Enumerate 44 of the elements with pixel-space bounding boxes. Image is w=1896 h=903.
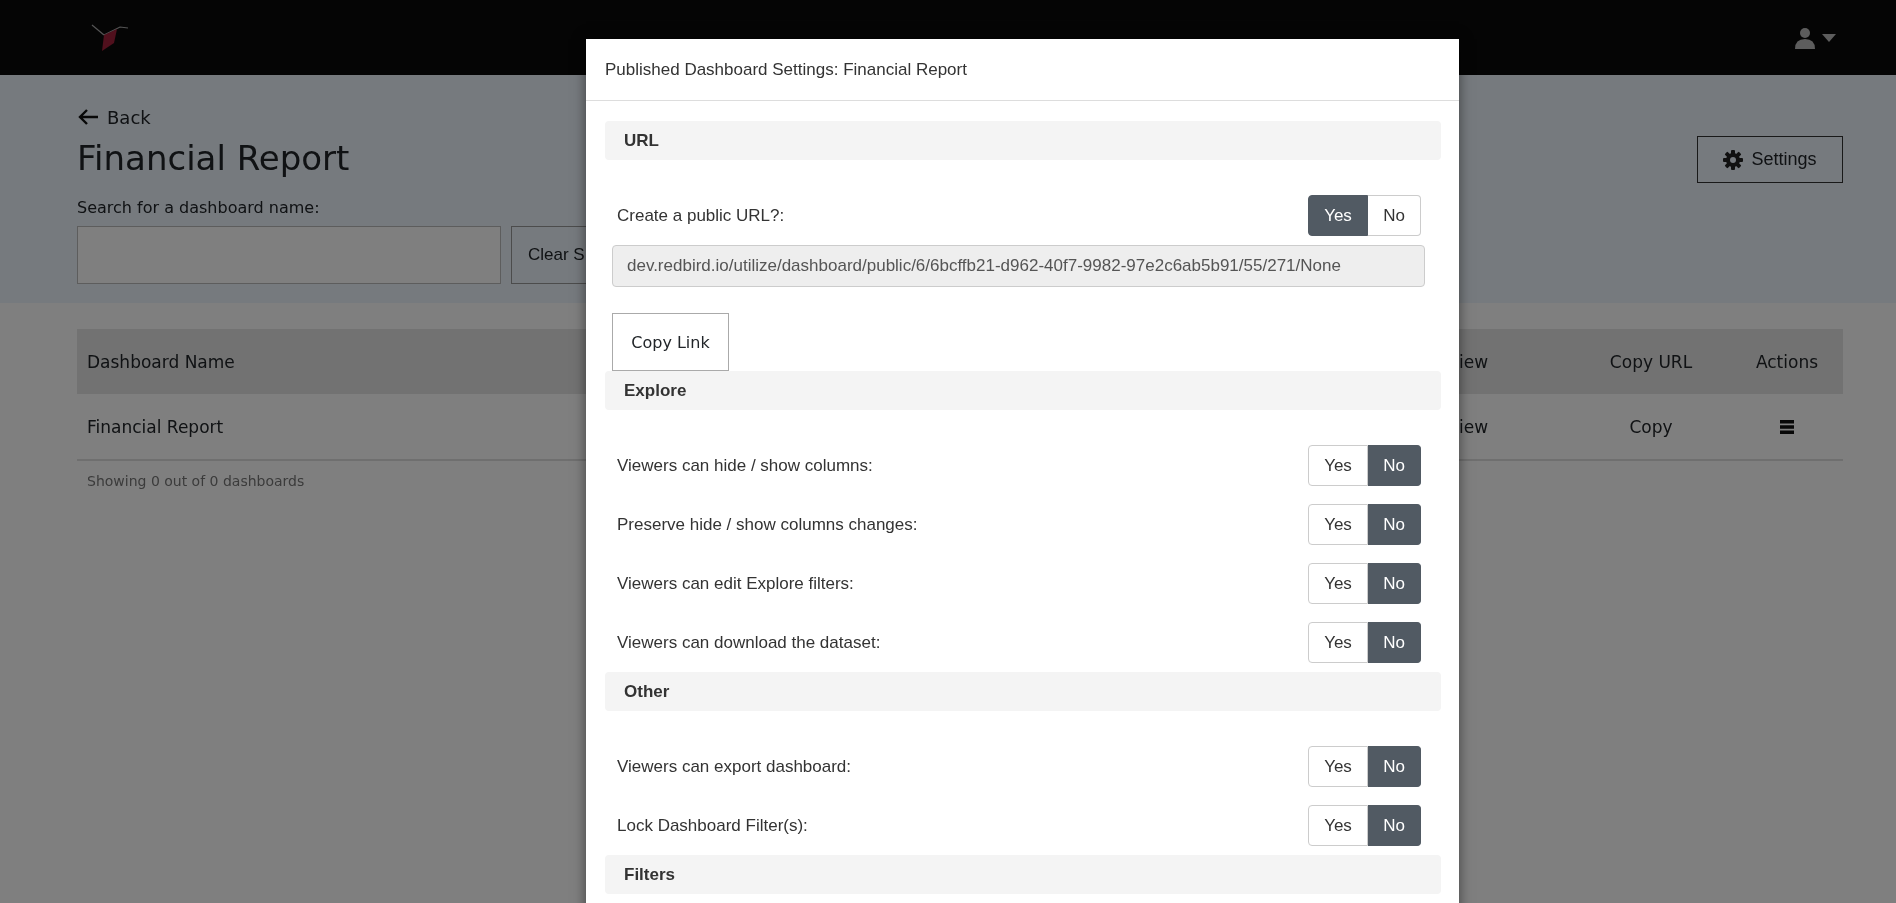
column-header: Copy URL: [1609, 351, 1693, 372]
column-header: Dashboard Name: [86, 351, 235, 372]
copy-link[interactable]: Copy: [1629, 416, 1673, 437]
toggle-option[interactable]: Yes: [1308, 504, 1368, 545]
section-header: Other: [605, 672, 1441, 711]
toggle-option[interactable]: Yes: [1308, 445, 1368, 486]
setting-label: Viewers can edit Explore filters:: [617, 573, 854, 594]
back-arrow-icon: [77, 108, 99, 126]
toggle-option[interactable]: Yes: [1308, 805, 1368, 846]
settings-button[interactable]: Settings: [1697, 136, 1843, 183]
bird-logo[interactable]: [90, 22, 130, 53]
section-header: Explore: [605, 371, 1441, 410]
results-count: Showing 0 out of 0 dashboards: [87, 473, 305, 489]
view-link[interactable]: iew: [1455, 416, 1489, 437]
user-menu-icon[interactable]: [1794, 26, 1836, 49]
setting-label: Viewers can export dashboard:: [617, 756, 852, 777]
page-title: Financial Report: [77, 137, 350, 180]
dialog-title: Published Dashboard Settings: Financial Report: [605, 59, 967, 80]
toggle-option[interactable]: No: [1368, 805, 1421, 846]
search-label: Search for a dashboard name:: [77, 198, 320, 218]
toggle-option[interactable]: No: [1368, 746, 1421, 787]
setting-label: Create a public URL?:: [617, 205, 785, 226]
toggle-option[interactable]: No: [1368, 563, 1421, 604]
copy-link-button[interactable]: Copy Link: [612, 313, 729, 371]
toggle-option[interactable]: Yes: [1308, 746, 1368, 787]
setting-label: Lock Dashboard Filter(s):: [617, 815, 808, 836]
toggle-option[interactable]: Yes: [1308, 563, 1368, 604]
toggle-option[interactable]: No: [1368, 195, 1421, 236]
setting-label: Viewers can hide / show columns:: [617, 455, 873, 476]
toggle-option[interactable]: Yes: [1308, 622, 1368, 663]
toggle-option[interactable]: No: [1368, 504, 1421, 545]
toggle-option[interactable]: No: [1368, 445, 1421, 486]
toggle-option[interactable]: No: [1368, 622, 1421, 663]
setting-label: Preserve hide / show columns changes:: [617, 514, 918, 535]
search-field[interactable]: [77, 226, 501, 284]
column-header: iew: [1458, 351, 1489, 372]
column-header: Actions: [1755, 351, 1819, 372]
menu-icon[interactable]: [1780, 419, 1794, 434]
url-field[interactable]: dev.redbird.io/utilize/dashboard/public/6/6bcffb21-d962-40f7-9982-97e2c6ab5b91/55/271/None: [612, 245, 1425, 287]
table-cell-text: Financial Report: [86, 416, 224, 437]
setting-label: Viewers can download the dataset:: [617, 632, 881, 653]
section-header: Filters: [605, 855, 1441, 894]
section-header: URL: [605, 121, 1441, 160]
toggle-option[interactable]: Yes: [1308, 195, 1368, 236]
